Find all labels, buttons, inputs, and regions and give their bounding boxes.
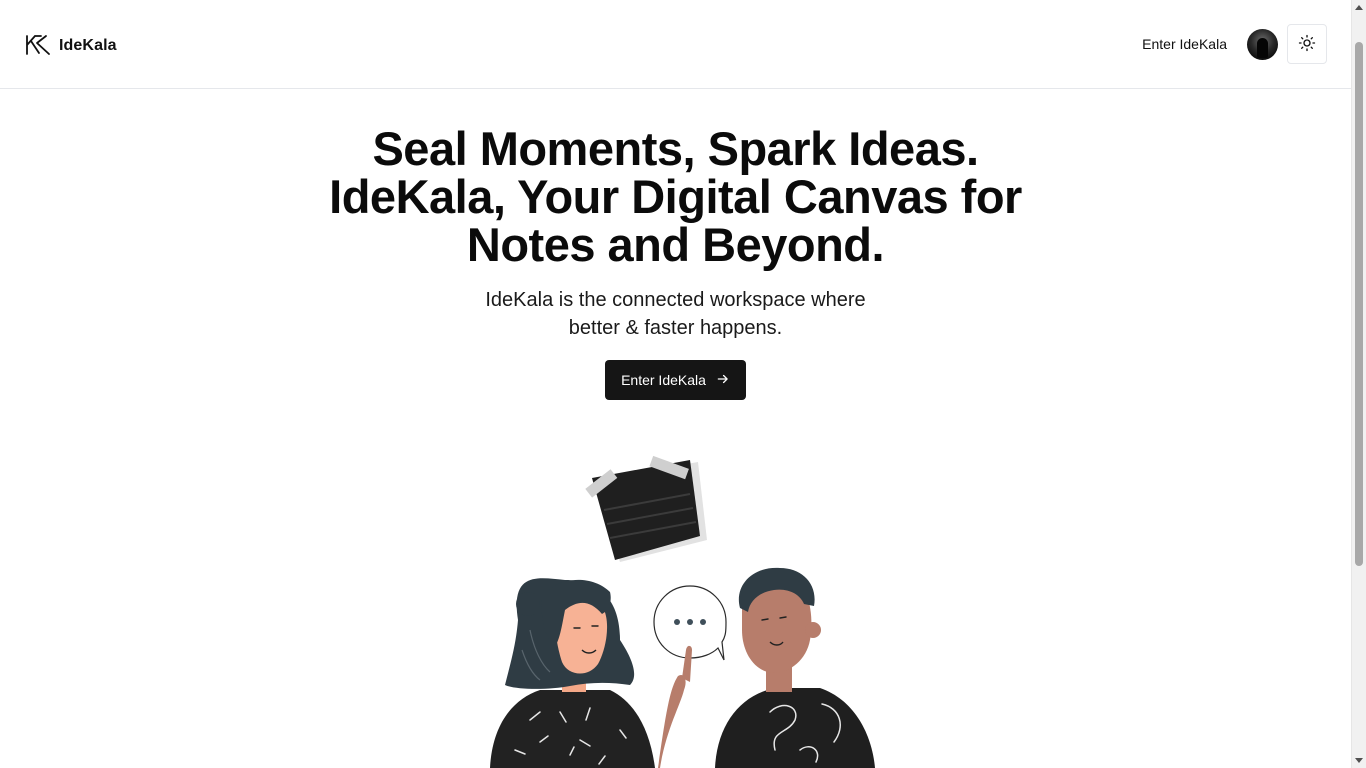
cta-label: Enter IdeKala [621,372,706,388]
two-people-chatting-illustration [470,450,890,768]
arrow-right-icon [716,372,730,389]
enter-idekala-button[interactable]: Enter IdeKala [605,360,746,400]
user-avatar[interactable] [1247,28,1278,60]
scroll-down-arrow[interactable] [1355,758,1363,763]
hero-subtitle: IdeKala is the connected workspace where… [485,289,866,339]
top-navbar: IdeKala Enter IdeKala [0,0,1351,89]
scroll-up-arrow[interactable] [1355,5,1363,10]
k-logo-icon [25,33,51,57]
woman-figure [490,578,655,768]
sun-icon [1298,34,1316,55]
page-scrollbar[interactable] [1351,0,1366,768]
page: IdeKala Enter IdeKala Seal Moments, Spar… [0,0,1366,768]
sticky-note-icon [585,455,707,562]
hero-headline: Seal Moments, Spark Ideas. IdeKala, Your… [329,122,1022,271]
brand-link[interactable]: IdeKala [25,33,117,57]
brand-name: IdeKala [59,36,117,54]
enter-idekala-link[interactable]: Enter IdeKala [1142,36,1227,52]
nav-right: Enter IdeKala [1142,24,1327,64]
theme-toggle-button[interactable] [1287,24,1327,64]
hero-section: Seal Moments, Spark Ideas. IdeKala, Your… [0,89,1351,400]
scroll-thumb[interactable] [1355,42,1363,566]
